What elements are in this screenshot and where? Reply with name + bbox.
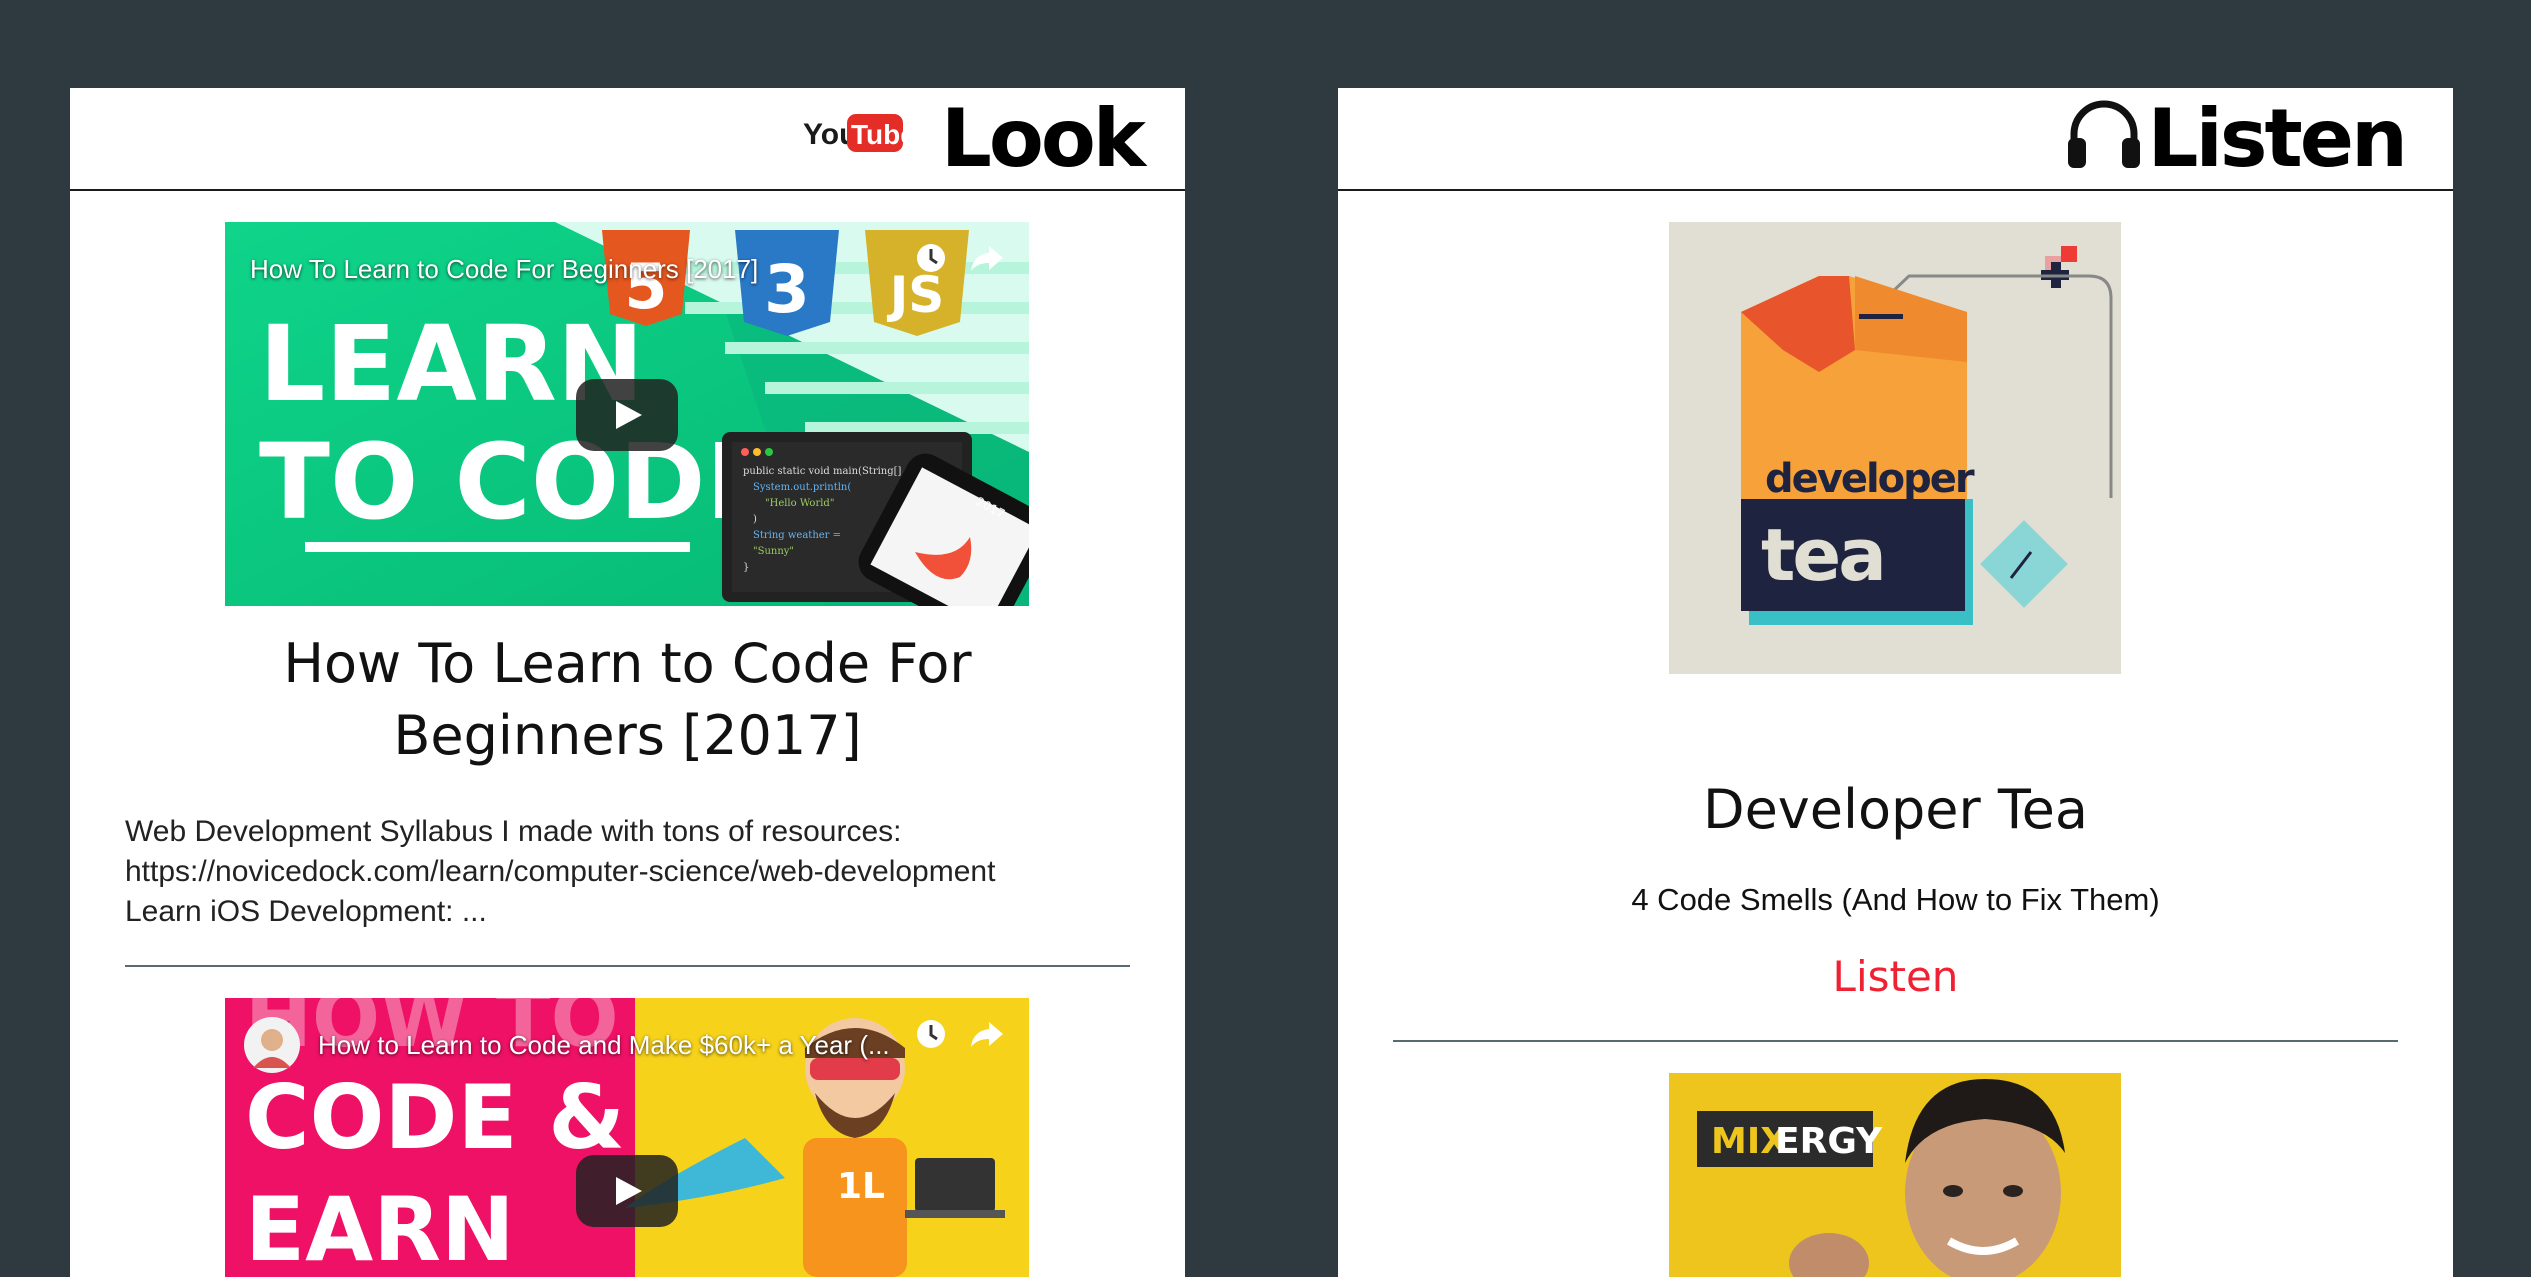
watch-later-icon[interactable] xyxy=(913,240,949,276)
channel-avatar[interactable] xyxy=(243,1016,301,1074)
thumb-caption: How To Learn to Code For Beginners [2017… xyxy=(250,254,759,284)
code-line: } xyxy=(743,562,749,573)
thumb-headline-earn: EARN xyxy=(245,1178,515,1277)
listen-panel: Listen developer tea Developer Tea 4 Cod… xyxy=(1338,88,2453,1277)
look-title: Look xyxy=(940,92,1146,185)
code-line: "Hello World" xyxy=(765,498,834,509)
share-icon[interactable] xyxy=(969,242,1005,274)
art-word-developer: developer xyxy=(1765,456,1975,502)
youtube-logo-icon: You Tube xyxy=(803,114,903,152)
video-description: Web Development Syllabus I made with ton… xyxy=(125,812,1135,932)
video-title[interactable]: How To Learn to Code For Beginners [2017… xyxy=(70,628,1185,772)
css3-badge-label: 3 xyxy=(764,251,810,328)
divider xyxy=(1393,1040,2398,1042)
play-button-icon[interactable] xyxy=(576,379,678,451)
podcast-artwork[interactable]: MIX ERGY xyxy=(1669,1073,2121,1277)
watch-later-icon[interactable] xyxy=(913,1016,949,1052)
listen-header: Listen xyxy=(1338,88,2453,191)
podcast-artwork[interactable]: developer tea xyxy=(1669,222,2121,674)
look-panel: You Tube Look 5 xyxy=(70,88,1185,1277)
headphones-icon xyxy=(2068,100,2140,168)
video-thumbnail[interactable]: 5 3 JS LEARN TO CODE public static void … xyxy=(225,222,1029,606)
code-line: String weather = xyxy=(753,530,841,541)
desc-line: Web Development Syllabus I made with ton… xyxy=(125,815,902,848)
shirt-text: 1L xyxy=(837,1166,885,1207)
podcast-name: Developer Tea xyxy=(1702,778,2088,841)
listen-title: Listen xyxy=(2147,92,2408,185)
art-word-tea: tea xyxy=(1761,513,1884,597)
youtube-logo-tube: Tube xyxy=(851,119,903,150)
desc-line: Learn iOS Development: ... xyxy=(125,895,487,928)
look-header: You Tube Look xyxy=(70,88,1185,191)
thumb-headline-tocode: TO CODE xyxy=(259,421,777,543)
code-line: System.out.println( xyxy=(753,482,851,493)
mixergy-art: MIX ERGY xyxy=(1669,1073,2121,1277)
mixergy-brand-ergy: ERGY xyxy=(1775,1121,1883,1162)
share-icon[interactable] xyxy=(969,1018,1005,1050)
video-thumbnail[interactable]: HOW TO CODE & EARN 1L How to Learn to Co… xyxy=(225,998,1029,1277)
video-title-line: Beginners [2017] xyxy=(393,704,862,767)
thumb-caption: How to Learn to Code and Make $60k+ a Ye… xyxy=(318,1030,890,1060)
listen-link[interactable]: Listen xyxy=(1338,952,2453,1001)
play-button-icon[interactable] xyxy=(576,1155,678,1227)
video-title-line: How To Learn to Code For xyxy=(283,632,972,695)
code-line: ) xyxy=(753,514,757,525)
code-line: "Sunny" xyxy=(753,546,794,557)
podcast-episode-title: 4 Code Smells (And How to Fix Them) xyxy=(1631,882,2160,917)
desc-line: https://novicedock.com/learn/computer-sc… xyxy=(125,855,996,888)
divider xyxy=(125,965,1130,967)
developer-tea-art: developer tea xyxy=(1741,246,2113,625)
thumb-headline-code: CODE & xyxy=(245,1066,625,1169)
